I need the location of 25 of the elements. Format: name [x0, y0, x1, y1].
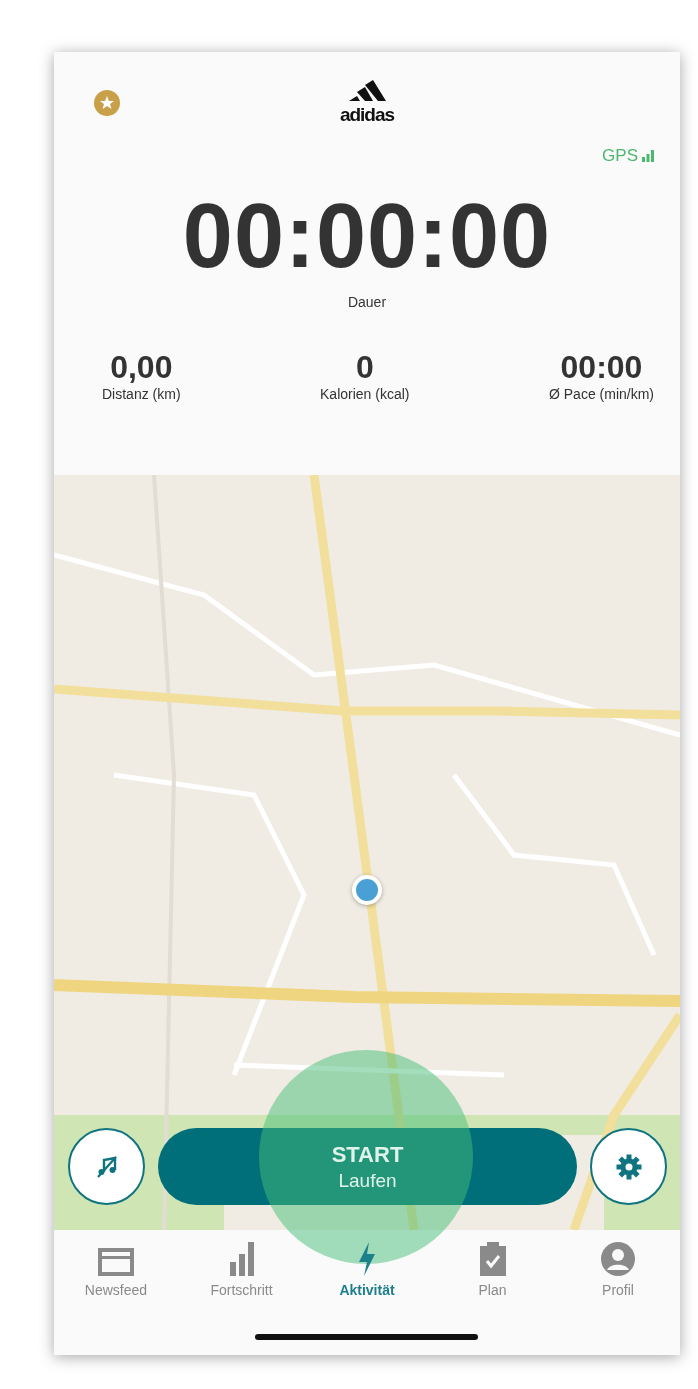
logo-text: adidas — [339, 106, 395, 124]
timer-value: 00:00:00 — [181, 188, 553, 284]
clipboard-icon — [479, 1242, 506, 1276]
tab[interactable]: Plan — [444, 1240, 541, 1298]
stat-label: Kalorien (kcal) — [320, 386, 410, 402]
tab[interactable]: Profil — [570, 1240, 666, 1298]
timer-label: Dauer — [346, 294, 388, 310]
stat-value: 0 — [355, 350, 374, 384]
gps-label: GPS — [602, 146, 638, 166]
settings-icon — [615, 1153, 642, 1180]
newsfeed-icon — [98, 1248, 134, 1276]
stat-value: 00:00 — [560, 350, 643, 384]
lightning-icon — [357, 1242, 377, 1276]
stat-label: Ø Pace (min/km) — [549, 386, 654, 402]
signal-icon — [642, 150, 654, 162]
tab[interactable]: Newsfeed — [68, 1240, 164, 1298]
music-muted-icon — [94, 1154, 119, 1179]
stat-value: 0,00 — [110, 350, 173, 384]
stat-label: Distanz (km) — [102, 386, 181, 402]
bar-chart-icon — [227, 1242, 256, 1276]
tab[interactable]: Aktivität — [319, 1240, 415, 1298]
profile-icon — [601, 1242, 635, 1276]
star-badge-icon — [94, 90, 120, 116]
start-button[interactable]: START Laufen — [158, 1128, 577, 1205]
tab[interactable]: Fortschritt — [193, 1240, 290, 1298]
